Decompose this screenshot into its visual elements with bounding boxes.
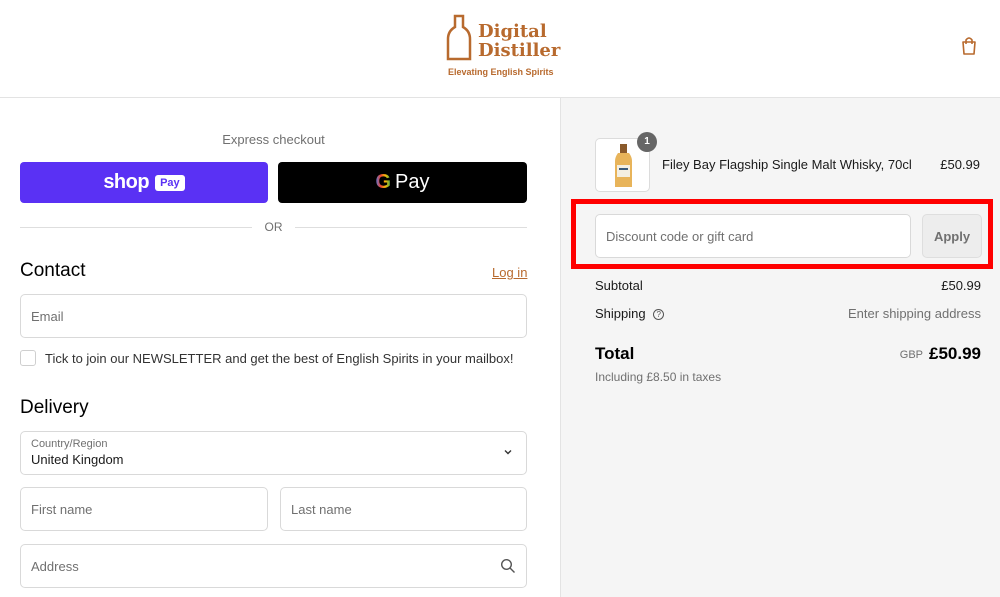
help-icon[interactable]: ? xyxy=(653,309,665,321)
country-value: United Kingdom xyxy=(31,452,124,467)
checkout-form: Express checkout shop Pay G Pay OR Conta… xyxy=(0,98,560,597)
last-name-placeholder: Last name xyxy=(291,502,352,517)
newsletter-option[interactable]: Tick to join our NEWSLETTER and get the … xyxy=(20,350,513,366)
discount-code-input[interactable]: Discount code or gift card xyxy=(595,214,911,258)
google-g-icon: G xyxy=(375,171,392,193)
country-select[interactable]: Country/Region United Kingdom xyxy=(20,431,527,475)
shipping-value: Enter shipping address xyxy=(848,306,981,321)
bottle-icon xyxy=(446,14,472,61)
country-label: Country/Region xyxy=(31,438,108,450)
header: Digital Distiller Elevating English Spir… xyxy=(0,0,1000,98)
total-value: £50.99 xyxy=(929,344,981,363)
newsletter-checkbox[interactable] xyxy=(20,350,36,366)
brand-tagline: Elevating English Spirits xyxy=(448,67,554,77)
shopping-bag-icon[interactable] xyxy=(960,36,978,56)
chevron-down-icon xyxy=(504,450,512,455)
last-name-input[interactable]: Last name xyxy=(280,487,527,531)
contact-heading: Contact xyxy=(20,260,86,281)
newsletter-label: Tick to join our NEWSLETTER and get the … xyxy=(45,350,514,366)
express-checkout-label: Express checkout xyxy=(222,132,325,147)
apply-discount-button[interactable]: Apply xyxy=(922,214,982,258)
google-pay-button[interactable]: G Pay xyxy=(278,162,527,203)
brand-logo[interactable]: Digital Distiller Elevating English Spir… xyxy=(444,13,560,83)
order-summary: 1 Filey Bay Flagship Single Malt Whisky,… xyxy=(560,98,1000,597)
subtotal-label: Subtotal xyxy=(595,278,643,293)
shop-pay-chip: Pay xyxy=(155,174,185,191)
quantity-badge: 1 xyxy=(637,132,657,152)
or-divider: OR xyxy=(20,220,527,234)
login-link[interactable]: Log in xyxy=(492,265,527,280)
taxes-note: Including £8.50 in taxes xyxy=(595,370,722,384)
shipping-label: Shipping xyxy=(595,306,646,321)
subtotal-value: £50.99 xyxy=(941,278,981,293)
discount-placeholder: Discount code or gift card xyxy=(606,229,754,244)
brand-name-line2: Distiller xyxy=(478,40,561,61)
google-pay-wordmark: Pay xyxy=(395,171,430,193)
address-input[interactable]: Address xyxy=(20,544,527,588)
shop-pay-wordmark: shop xyxy=(103,171,150,193)
first-name-input[interactable]: First name xyxy=(20,487,268,531)
brand-name-line1: Digital xyxy=(478,21,547,42)
email-placeholder: Email xyxy=(31,309,64,324)
product-name: Filey Bay Flagship Single Malt Whisky, 7… xyxy=(662,157,912,172)
shop-pay-button[interactable]: shop Pay xyxy=(20,162,268,203)
delivery-heading: Delivery xyxy=(20,397,89,418)
currency-code: GBP xyxy=(899,349,923,361)
search-icon[interactable] xyxy=(500,558,516,574)
first-name-placeholder: First name xyxy=(31,502,93,517)
email-input[interactable]: Email xyxy=(20,294,527,338)
product-price: £50.99 xyxy=(940,157,980,172)
address-placeholder: Address xyxy=(31,559,79,574)
total-label: Total xyxy=(595,344,635,363)
